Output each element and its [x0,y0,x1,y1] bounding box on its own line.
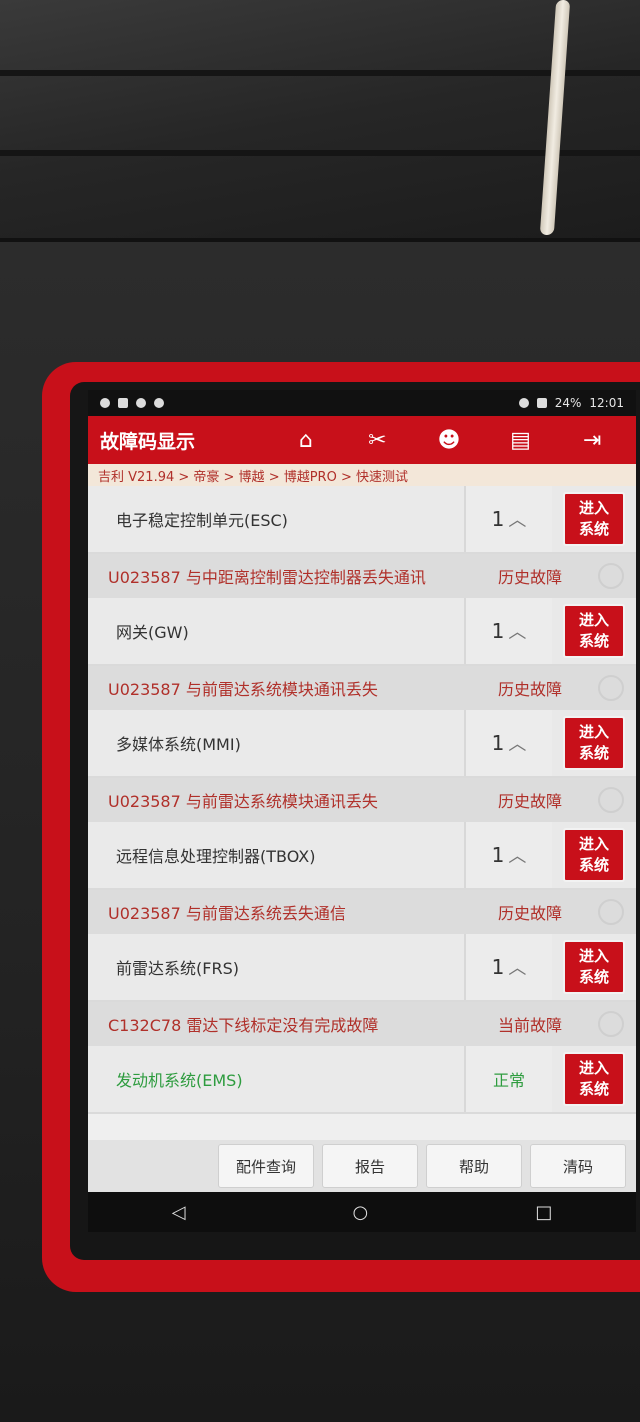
system-row[interactable]: 电子稳定控制单元(ESC) 1 ︿ 进入 系统 [88,486,636,554]
diagnostic-tool-icon[interactable]: ✂ [360,423,394,457]
enter-system-button[interactable]: 进入 系统 [563,940,625,994]
fault-count: 1 [491,619,505,643]
bluetooth-status-icon [518,398,529,408]
user-icon[interactable]: ☻ [432,423,466,457]
app-header: 故障码显示 ⌂ ✂ ☻ ▤ ⇥ [88,416,636,464]
system-name: 多媒体系统(MMI) [88,710,466,776]
clock: 12:01 [589,396,624,410]
fault-status: 历史故障 [498,680,563,699]
chevron-up-icon[interactable]: ︿ [508,730,526,756]
system-row[interactable]: 发动机系统(EMS) 正常 进入 系统 [88,1046,636,1114]
home-icon[interactable]: ⌂ [289,423,323,457]
fault-code: U023587 与前雷达系统丢失通信 [108,904,346,923]
chevron-up-icon[interactable]: ︿ [508,618,526,644]
fault-code: U023587 与中距离控制雷达控制器丢失通讯 [108,568,426,587]
help-button[interactable]: 帮助 [426,1144,522,1188]
notification-icon [100,398,110,408]
system-name: 前雷达系统(FRS) [88,934,466,1000]
page-title: 故障码显示 [100,430,196,453]
android-nav-bar: ◁ ○ □ [88,1192,636,1232]
search-icon[interactable] [598,787,624,813]
fault-code: U023587 与前雷达系统模块通讯丢失 [108,680,378,699]
system-row[interactable]: 网关(GW) 1 ︿ 进入 系统 [88,598,636,666]
print-icon[interactable]: ▤ [504,423,538,457]
device-screen: 24% 12:01 故障码显示 ⌂ ✂ ☻ ▤ ⇥ 吉利 V21.94 > 帝豪… [88,390,636,1232]
fault-status: 历史故障 [498,904,563,923]
system-row[interactable]: 远程信息处理控制器(TBOX) 1 ︿ 进入 系统 [88,822,636,890]
exit-icon[interactable]: ⇥ [575,423,609,457]
enter-system-button[interactable]: 进入 系统 [563,492,625,546]
search-icon[interactable] [598,563,624,589]
system-status: 正常 [466,1046,552,1112]
wifi-icon [536,398,547,408]
fault-count: 1 [491,731,505,755]
usb-icon [118,398,128,408]
bottom-toolbar: 配件查询 报告 帮助 清码 [88,1140,636,1192]
enter-system-button[interactable]: 进入 系统 [563,604,625,658]
recents-icon[interactable]: □ [535,1202,552,1223]
fault-row: U023587 与前雷达系统模块通讯丢失 历史故障 [88,666,636,710]
fault-status: 历史故障 [498,568,563,587]
enter-system-button[interactable]: 进入 系统 [563,1052,625,1106]
system-name: 远程信息处理控制器(TBOX) [88,822,466,888]
search-icon[interactable] [598,1011,624,1037]
fault-code: U023587 与前雷达系统模块通讯丢失 [108,792,378,811]
breadcrumb: 吉利 V21.94 > 帝豪 > 博越 > 博越PRO > 快速测试 [88,464,636,486]
report-button[interactable]: 报告 [322,1144,418,1188]
parts-query-button[interactable]: 配件查询 [218,1144,314,1188]
fault-status: 当前故障 [498,1016,563,1035]
enter-system-button[interactable]: 进入 系统 [563,716,625,770]
cloud-icon [136,398,146,408]
chevron-up-icon[interactable]: ︿ [508,842,526,868]
fault-count: 1 [491,507,505,531]
system-row[interactable]: 前雷达系统(FRS) 1 ︿ 进入 系统 [88,934,636,1002]
status-bar: 24% 12:01 [88,390,636,416]
chevron-up-icon[interactable]: ︿ [508,954,526,980]
enter-system-button[interactable]: 进入 系统 [563,828,625,882]
system-name: 网关(GW) [88,598,466,664]
fault-code: C132C78 雷达下线标定没有完成故障 [108,1016,379,1035]
clear-codes-button[interactable]: 清码 [530,1144,626,1188]
fault-status: 历史故障 [498,792,563,811]
system-name: 发动机系统(EMS) [88,1046,466,1112]
fault-row: U023587 与前雷达系统丢失通信 历史故障 [88,890,636,934]
system-list: 电子稳定控制单元(ESC) 1 ︿ 进入 系统 U023587 与中距离控制雷达控制… [88,486,636,1114]
chevron-up-icon[interactable]: ︿ [508,506,526,532]
bluetooth-icon [154,398,164,408]
battery-level: 24% [554,396,582,410]
fault-count: 1 [491,843,505,867]
back-icon[interactable]: ◁ [172,1202,186,1223]
fault-row: C132C78 雷达下线标定没有完成故障 当前故障 [88,1002,636,1046]
search-icon[interactable] [598,899,624,925]
fault-count: 1 [491,955,505,979]
fault-row: U023587 与前雷达系统模块通讯丢失 历史故障 [88,778,636,822]
search-icon[interactable] [598,675,624,701]
home-nav-icon[interactable]: ○ [353,1202,369,1223]
system-name: 电子稳定控制单元(ESC) [88,486,466,552]
system-row[interactable]: 多媒体系统(MMI) 1 ︿ 进入 系统 [88,710,636,778]
fault-row: U023587 与中距离控制雷达控制器丢失通讯 历史故障 [88,554,636,598]
